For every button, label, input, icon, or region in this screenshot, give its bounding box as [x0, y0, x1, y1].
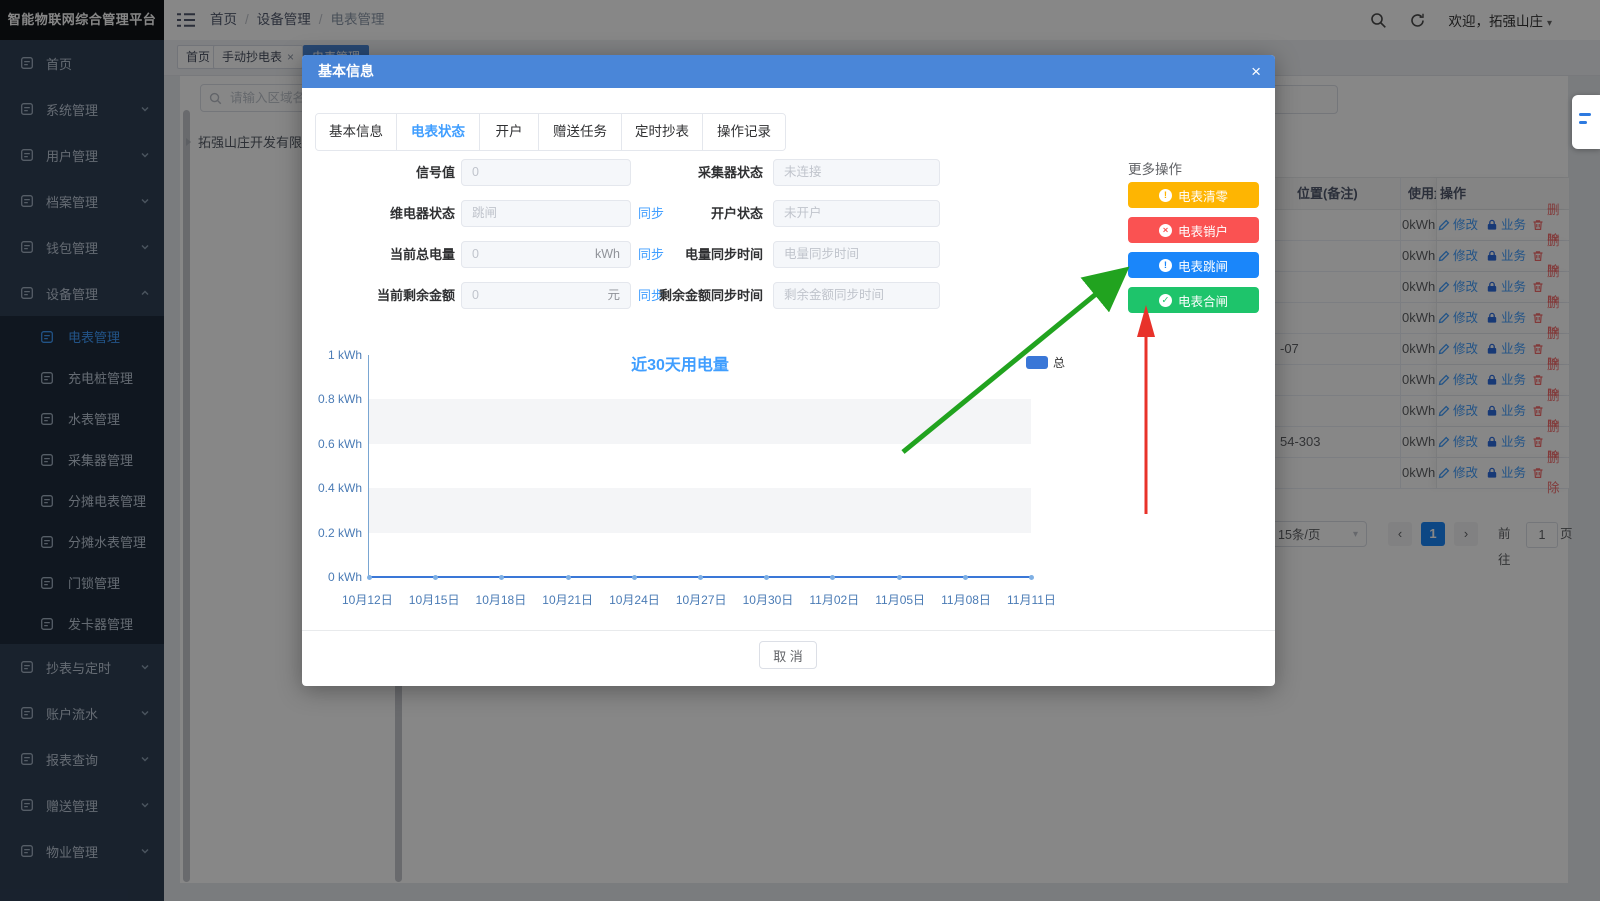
button-label: 电表销户: [1178, 221, 1228, 240]
meter-trip-button[interactable]: ! 电表跳闸: [1128, 252, 1259, 278]
field-input-3-right: 剩余金额同步时间: [773, 282, 940, 309]
legend-label: 总: [1053, 354, 1065, 371]
field-label: 维电器状态: [302, 200, 455, 227]
meter-switch-on-icon: ✓: [1159, 294, 1172, 307]
series-point: [499, 575, 504, 580]
field-value: 0: [472, 242, 595, 267]
series-point: [830, 575, 835, 580]
basic-info-dialog: 基本信息 × 基本信息电表状态开户赠送任务定时抄表操作记录 信号值 0 采集器状态未…: [302, 55, 1275, 686]
field-label: 采集器状态: [642, 159, 763, 186]
field-label: 当前剩余金额: [302, 282, 455, 309]
grid-stripe: [369, 488, 1031, 532]
field-label: 当前总电量: [302, 241, 455, 268]
more-operations-label: 更多操作: [1128, 158, 1182, 178]
field-input-0-left: 0: [461, 159, 631, 186]
meter-switch-on-button[interactable]: ✓ 电表合闸: [1128, 287, 1259, 313]
form-row: 信号值 0 采集器状态未连接: [302, 159, 1082, 186]
dialog-tabs: 基本信息电表状态开户赠送任务定时抄表操作记录: [315, 113, 786, 151]
docked-quick-panel[interactable]: [1572, 95, 1600, 149]
field-value: 剩余金额同步时间: [784, 283, 929, 308]
field-input-2-left: 0kWh: [461, 241, 631, 268]
button-label: 电表跳闸: [1178, 256, 1228, 275]
chart-plot-area: [368, 355, 1031, 578]
y-axis-tick-label: 0.6 kWh: [310, 437, 362, 451]
field-label: 电量同步时间: [642, 241, 763, 268]
y-axis-tick-label: 0 kWh: [310, 570, 362, 584]
series-point: [632, 575, 637, 580]
series-point: [566, 575, 571, 580]
form-row: 当前总电量0kWh同步电量同步时间电量同步时间: [302, 241, 1082, 268]
x-axis-tick-label: 10月30日: [743, 591, 794, 608]
y-axis-tick-label: 0.8 kWh: [310, 392, 362, 406]
field-value: 未连接: [784, 160, 929, 185]
chart-legend[interactable]: 总: [1026, 354, 1065, 371]
field-input-1-left: 跳闸: [461, 200, 631, 227]
meter-close-account-button[interactable]: × 电表销户: [1128, 217, 1259, 243]
dialog-footer-divider: [302, 630, 1275, 631]
modal-tab-3[interactable]: 赠送任务: [539, 114, 622, 150]
x-axis-tick-label: 10月12日: [342, 591, 393, 608]
field-input-0-right: 未连接: [773, 159, 940, 186]
series-point: [698, 575, 703, 580]
cancel-button[interactable]: 取 消: [759, 641, 817, 669]
x-axis-tick-label: 11月05日: [875, 591, 925, 608]
button-label: 电表合闸: [1178, 291, 1228, 310]
form-row: 维电器状态跳闸同步开户状态未开户: [302, 200, 1082, 227]
field-unit: 元: [607, 283, 620, 308]
close-icon[interactable]: ×: [1251, 55, 1261, 88]
modal-tab-4[interactable]: 定时抄表: [622, 114, 703, 150]
field-unit: kWh: [595, 242, 620, 267]
x-axis-tick-label: 11月08日: [941, 591, 991, 608]
field-input-3-left: 0元: [461, 282, 631, 309]
series-point: [897, 575, 902, 580]
field-label: 开户状态: [642, 200, 763, 227]
x-axis-tick-label: 11月02日: [809, 591, 859, 608]
field-value: 电量同步时间: [784, 242, 929, 267]
x-axis-tick-label: 10月27日: [676, 591, 727, 608]
dialog-header[interactable]: 基本信息 ×: [302, 55, 1275, 88]
x-axis-tick-label: 10月24日: [609, 591, 660, 608]
modal-tab-1[interactable]: 电表状态: [397, 114, 480, 150]
button-label: 电表清零: [1178, 186, 1228, 205]
y-axis-tick-label: 1 kWh: [310, 348, 362, 362]
field-label: 信号值: [302, 159, 455, 186]
field-label: 剩余金额同步时间: [642, 282, 763, 309]
y-axis-tick-label: 0.4 kWh: [310, 481, 362, 495]
meter-reset-icon: !: [1159, 189, 1172, 202]
dialog-title: 基本信息: [318, 55, 374, 88]
series-point: [963, 575, 968, 580]
x-axis-tick-label: 10月15日: [409, 591, 460, 608]
field-value: 0: [472, 160, 620, 185]
meter-trip-icon: !: [1159, 259, 1172, 272]
meter-reset-button[interactable]: ! 电表清零: [1128, 182, 1259, 208]
field-value: 跳闸: [472, 201, 620, 226]
meter-close-account-icon: ×: [1159, 224, 1172, 237]
field-input-1-right: 未开户: [773, 200, 940, 227]
modal-tab-2[interactable]: 开户: [480, 114, 539, 150]
quick-panel-icon: [1579, 113, 1591, 116]
x-axis-tick-label: 10月21日: [542, 591, 593, 608]
modal-tab-5[interactable]: 操作记录: [703, 114, 785, 150]
meter-status-form: 信号值0采集器状态未连接维电器状态跳闸同步开户状态未开户当前总电量0kWh同步电…: [302, 159, 1082, 323]
series-point: [367, 575, 372, 580]
x-axis-tick-label: 11月11日: [1007, 591, 1056, 608]
series-point: [433, 575, 438, 580]
grid-stripe: [369, 399, 1031, 443]
form-row: 当前剩余金额0元同步剩余金额同步时间剩余金额同步时间: [302, 282, 1082, 309]
quick-panel-icon: [1579, 121, 1587, 124]
x-axis-tick-label: 10月18日: [476, 591, 527, 608]
field-input-2-right: 电量同步时间: [773, 241, 940, 268]
field-value: 未开户: [784, 201, 929, 226]
y-axis-tick-label: 0.2 kWh: [310, 526, 362, 540]
page: 智能物联网综合管理平台 首页/设备管理/电表管理 欢迎，拓强山庄▾ 首页系统管理…: [0, 0, 1600, 901]
usage-chart: 近30天用电量 总 1 kWh0.8 kWh0.6 kWh0.4 kWh0.2 …: [310, 345, 1050, 611]
field-value: 0: [472, 283, 607, 308]
series-point: [764, 575, 769, 580]
series-point: [1029, 575, 1034, 580]
modal-tab-0[interactable]: 基本信息: [316, 114, 397, 150]
